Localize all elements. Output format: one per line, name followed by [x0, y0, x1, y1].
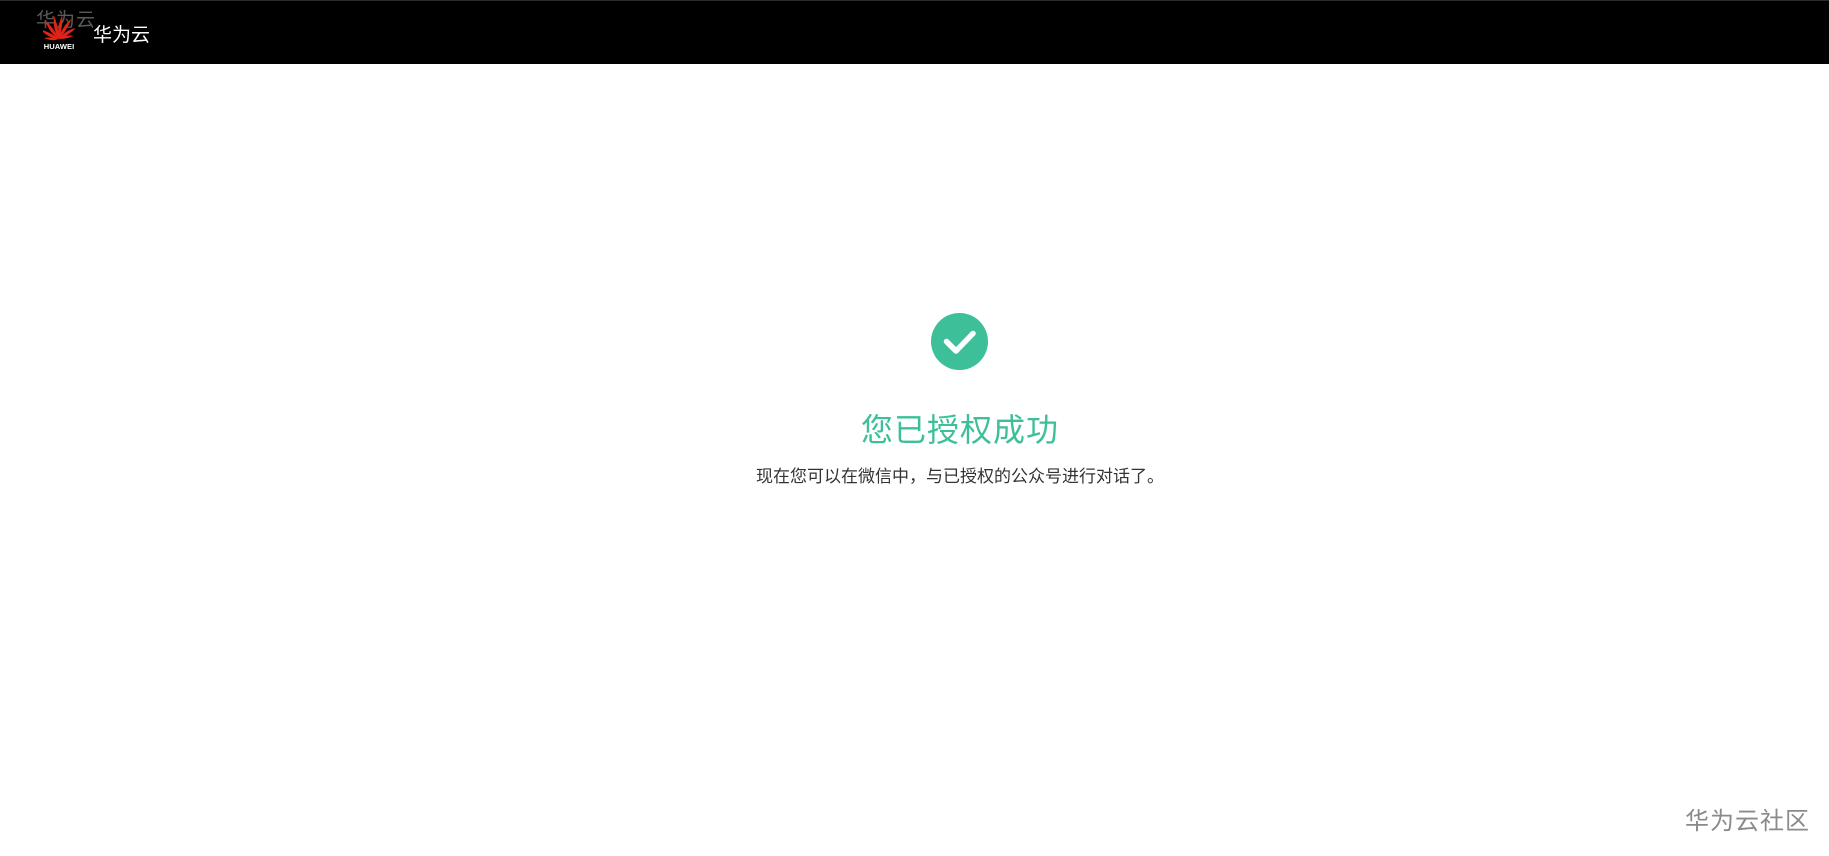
- top-header-bar: 华为云 HUAWEI 华为云: [0, 0, 1829, 64]
- success-check-icon: [931, 313, 988, 370]
- huawei-petal-icon: [43, 15, 75, 41]
- brand-name[interactable]: 华为云: [93, 20, 150, 47]
- huawei-logo[interactable]: HUAWEI: [40, 13, 78, 53]
- community-watermark: 华为云社区: [1685, 807, 1810, 835]
- logo-caption: HUAWEI: [43, 42, 75, 51]
- success-title: 您已授权成功: [860, 411, 1059, 449]
- success-description: 现在您可以在微信中，与已授权的公众号进行对话了。: [756, 467, 1164, 487]
